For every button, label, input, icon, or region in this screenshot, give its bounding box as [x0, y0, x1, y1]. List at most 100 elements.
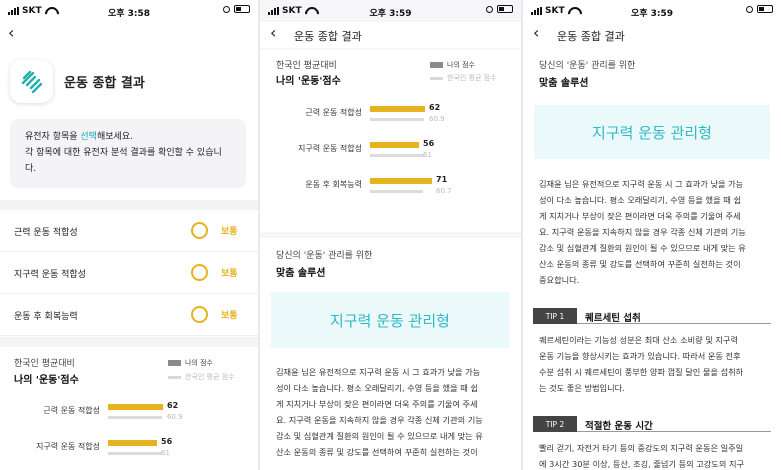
grade-ring-icon	[191, 306, 208, 323]
tip-1-body: 퀘르세틴이라는 기능성 성분은 최대 산소 소비량 및 지구력 운동 기능을 향…	[539, 332, 777, 396]
body-line: 산소 운동의 종류 및 강도를 선택하여 꾸준히 실천하는 것이	[539, 259, 741, 269]
body-line: 김재윤 님은 유전적으로 지구력 운동 시 그 효과가 낮을 가능	[276, 367, 481, 377]
orientation-lock-icon	[486, 5, 493, 13]
body-line: 김재윤 님은 유전적으로 지구력 운동 시 그 효과가 낮을 가능	[539, 179, 744, 189]
bar-my-score	[370, 106, 425, 112]
screens-container: SKT 오후 3:58 ‹ 운동 종합 결과 유전자 항목을 선택해보세요. 각…	[0, 0, 781, 470]
legend-label-me: 나의 점수	[447, 61, 475, 69]
tip-badge: TIP 1	[533, 308, 577, 324]
body-line: 산소 운동의 종류 및 강도를 선택하여 꾸준히 실천하는 것이	[276, 447, 478, 457]
grade-ring-icon	[191, 222, 208, 239]
legend-swatch-avg	[430, 76, 443, 80]
legend-swatch-avg	[168, 375, 181, 379]
bar-average-score	[370, 154, 424, 157]
legend-avg: 한국인 평균 점수	[168, 372, 235, 382]
body-line: 빨리 걷기, 자전거 타기 등의 중강도의 지구력 운동은 일주일	[539, 443, 744, 453]
tip-title: 퀘르세틴 섭취	[585, 313, 641, 324]
body-line: 에 3시간 30분 이상, 등산, 조깅, 줄넘기 등의 고강도의 지구	[539, 459, 745, 469]
metric-label: 근력 운동 적합성	[43, 406, 100, 415]
info-line-1: 유전자 항목을 선택해보세요.	[25, 129, 231, 145]
trait-row-recovery[interactable]: 운동 후 회복능력 보통	[0, 294, 258, 336]
legend-label-avg: 한국인 평균 점수	[447, 74, 497, 82]
body-line: 는 것도 좋은 방법입니다.	[539, 383, 625, 393]
trait-grade: 보통	[221, 227, 238, 237]
trait-label: 지구력 운동 적합성	[14, 270, 86, 280]
tip-1-header: TIP 1 퀘르세틴 섭취	[533, 308, 771, 324]
tip-title: 적절한 운동 시간	[585, 421, 653, 432]
trait-grade: 보통	[221, 269, 238, 279]
legend-label-avg: 한국인 평균 점수	[185, 373, 235, 381]
value-average-score: 60.9	[429, 115, 445, 123]
value-my-score: 56	[423, 139, 435, 148]
legend-swatch-me	[430, 62, 443, 68]
status-bar: SKT 오후 3:59	[523, 0, 781, 22]
metric-label: 근력 운동 적합성	[305, 108, 362, 117]
body-line: 수분 섭취 시 퀘르세틴이 풍부한 양파 껍질 달인 물을 섭취하	[539, 367, 744, 377]
status-time: 오후 3:59	[369, 9, 412, 19]
body-line: 성이 다소 높습니다. 평소 오래달리기, 수영 등을 했을 때 쉽	[276, 383, 478, 393]
battery-icon	[234, 5, 250, 13]
status-bar: SKT 오후 3:58	[0, 0, 258, 22]
nav-title: 운동 종합 결과	[557, 30, 625, 43]
status-right	[486, 5, 513, 13]
metric-label: 운동 후 회복능력	[305, 180, 362, 189]
solution-type-banner: 지구력 운동 관리형	[534, 105, 770, 159]
solution-type-banner: 지구력 운동 관리형	[271, 292, 509, 348]
bar-average-score	[108, 452, 162, 455]
trait-label: 운동 후 회복능력	[14, 312, 78, 322]
metric-label: 지구력 운동 적합성	[298, 144, 362, 153]
value-my-score: 71	[436, 175, 448, 184]
body-line: 퀘르세틴이라는 기능성 성분은 최대 산소 소비량 및 지구력	[539, 335, 738, 345]
tip-2-body: 빨리 걷기, 자전거 타기 등의 중강도의 지구력 운동은 일주일 에 3시간 …	[539, 440, 777, 470]
status-right	[746, 5, 773, 13]
value-average-score: 61	[423, 151, 432, 159]
body-line: 요. 지구력 운동을 지속하지 않을 경우 각종 신체 기관의 기능	[276, 415, 483, 425]
value-average-score: 61	[161, 449, 170, 457]
tip-2-header: TIP 2 적절한 운동 시간	[533, 416, 771, 432]
legend-label-me: 나의 점수	[185, 359, 213, 367]
back-button[interactable]: ‹	[8, 25, 14, 41]
value-average-score: 60.7	[436, 187, 452, 195]
trait-row-endurance[interactable]: 지구력 운동 적합성 보통	[0, 252, 258, 294]
page-title: 운동 종합 결과	[64, 76, 145, 91]
body-line: 감소 및 심혈관계 질환의 원인이 될 수 있으므로 내게 맞는 유	[539, 243, 746, 253]
solution-body: 김재윤 님은 유전적으로 지구력 운동 시 그 효과가 낮을 가능 성이 다소 …	[539, 176, 777, 288]
back-button[interactable]: ‹	[270, 25, 276, 41]
legend-swatch-me	[168, 360, 181, 366]
bar-my-score	[370, 178, 432, 184]
solution-title: 맞춤 솔루션	[539, 78, 589, 89]
info-text: 해보세요.	[96, 132, 133, 142]
nav-bar: ‹ 운동 종합 결과	[260, 22, 521, 48]
legend-me: 나의 점수	[168, 358, 213, 368]
bar-my-score	[108, 404, 163, 410]
bar-average-score	[370, 118, 424, 121]
dna-icon	[21, 70, 42, 93]
trait-grade: 보통	[221, 311, 238, 321]
info-text: 유전자 항목을	[25, 132, 81, 142]
back-button[interactable]: ‹	[533, 25, 539, 41]
metric-label: 지구력 운동 적합성	[36, 442, 100, 451]
comparison-title: 나의 '운동'점수	[276, 76, 341, 87]
section-divider	[0, 337, 258, 347]
comparison-title: 나의 '운동'점수	[14, 375, 79, 386]
comparison-subtitle: 한국인 평균대비	[14, 359, 75, 369]
trait-row-strength[interactable]: 근력 운동 적합성 보통	[0, 210, 258, 252]
body-line: 요. 지구력 운동을 지속하지 않을 경우 각종 신체 기관의 기능	[539, 227, 746, 237]
info-box: 유전자 항목을 선택해보세요. 각 항목에 대한 유전자 분석 결과를 확인할 …	[10, 119, 246, 188]
section-divider	[0, 200, 258, 210]
tip-badge: TIP 2	[533, 416, 577, 432]
trait-label: 근력 운동 적합성	[14, 228, 78, 238]
status-time: 오후 3:59	[630, 9, 674, 19]
nav-title: 운동 종합 결과	[294, 30, 362, 43]
app-icon	[10, 60, 53, 103]
bar-average-score	[370, 190, 423, 193]
status-right	[223, 5, 250, 13]
screen-chart: SKT 오후 3:59 ‹ 운동 종합 결과 한국인 평균대비 나의 '운동'점…	[260, 0, 521, 470]
status-bar: SKT 오후 3:59	[260, 0, 521, 22]
select-link[interactable]: 선택	[80, 132, 97, 142]
body-line: 운동 기능을 향상시키는 효과가 있습니다. 따라서 운동 전후	[539, 351, 741, 361]
body-line: 게 지치거나 부상이 잦은 편이라면 더욱 주의를 기울여 주세	[539, 211, 741, 221]
solution-title: 맞춤 솔루션	[276, 268, 326, 279]
battery-icon	[497, 5, 513, 13]
bar-my-score	[370, 142, 419, 148]
